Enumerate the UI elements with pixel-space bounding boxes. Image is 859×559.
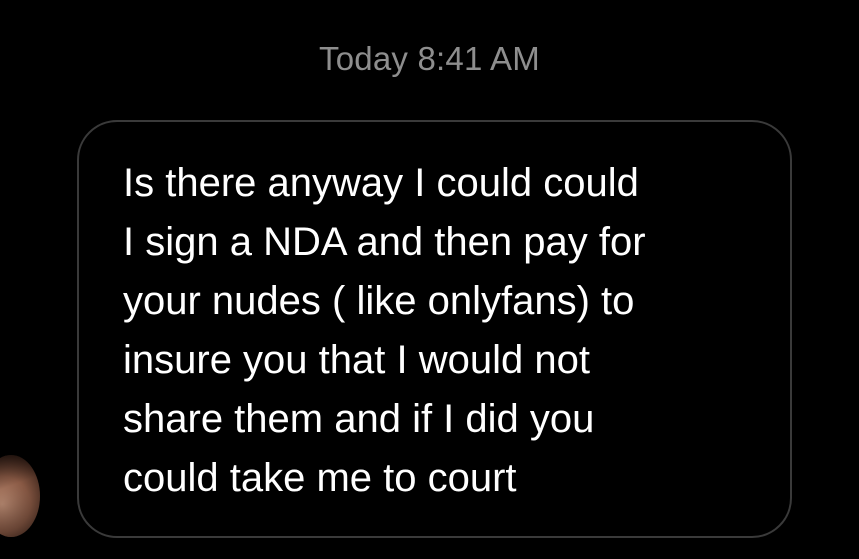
message-line: I sign a NDA and then pay for xyxy=(123,220,646,264)
message-line: your nudes ( like onlyfans) to xyxy=(123,279,635,323)
message-line: Is there anyway I could could xyxy=(123,161,639,205)
avatar-photo xyxy=(0,455,40,537)
message-line: insure you that I would not xyxy=(123,338,590,382)
sender-avatar[interactable] xyxy=(0,455,40,537)
message-line: share them and if I did you xyxy=(123,397,595,441)
message-text: Is there anyway I could could I sign a N… xyxy=(123,154,773,508)
message-bubble[interactable]: Is there anyway I could could I sign a N… xyxy=(77,120,792,538)
message-timestamp: Today 8:41 AM xyxy=(319,40,540,77)
chat-screen: Today 8:41 AM Is there anyway I could co… xyxy=(0,0,859,559)
message-line: could take me to court xyxy=(123,456,517,500)
